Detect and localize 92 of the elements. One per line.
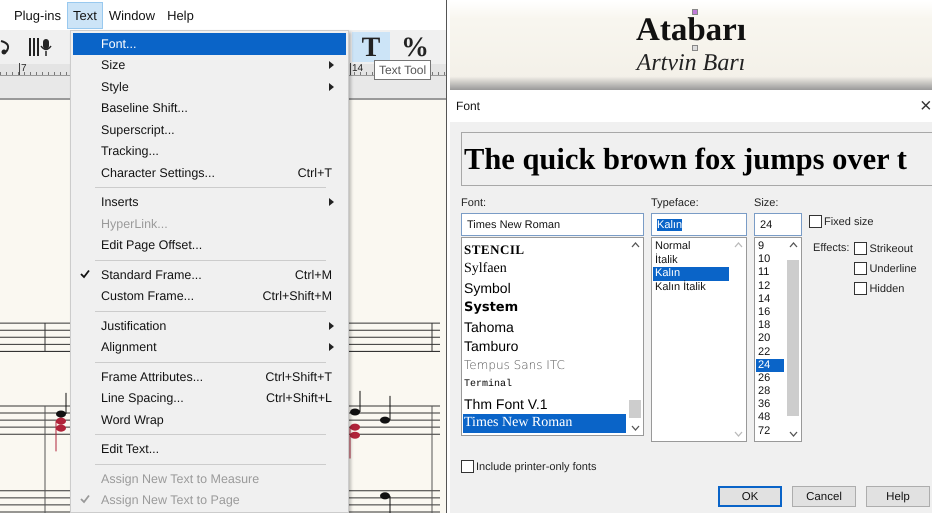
menu-item[interactable]: Edit Text... xyxy=(73,438,346,460)
list-item[interactable]: System xyxy=(463,298,626,318)
list-item[interactable]: Terminal xyxy=(463,375,626,394)
list-item[interactable]: Kalın İtalik xyxy=(653,280,729,294)
list-item[interactable]: 10 xyxy=(756,253,784,266)
close-button[interactable]: × xyxy=(920,94,932,118)
list-item[interactable]: Tamburo xyxy=(463,336,626,356)
size-input[interactable]: 24 xyxy=(754,213,802,236)
handle-icon[interactable] xyxy=(692,45,698,51)
checkbox-label: Strikeout xyxy=(869,242,913,254)
menu-item[interactable]: Superscript... xyxy=(73,119,346,140)
list-item[interactable]: Sylfaen xyxy=(463,259,626,279)
checkbox[interactable] xyxy=(854,282,868,295)
score-subtitle: Artvin Barı xyxy=(636,51,746,75)
menu-item[interactable]: Tracking... xyxy=(73,140,346,162)
list-item[interactable]: 20 xyxy=(756,332,784,346)
font-list[interactable]: STENCIL Sylfaen Symbol System Tahoma Tamburo Tempus Sans ITC Terminal Thm Font V.1 Times New Roman xyxy=(461,237,644,436)
menu-item[interactable]: Inserts xyxy=(73,192,346,213)
typeface-list[interactable]: Normal İtalik Kalın Kalın İtalik xyxy=(651,237,747,442)
scroll-up-icon[interactable] xyxy=(630,242,640,248)
list-item[interactable]: Symbol xyxy=(463,278,626,298)
menu-item[interactable]: Font... xyxy=(73,33,346,54)
list-item[interactable]: Kalın xyxy=(653,267,729,280)
checkbox[interactable] xyxy=(854,262,868,275)
effects-label: Effects: xyxy=(813,242,850,256)
list-item[interactable]: 18 xyxy=(756,319,784,332)
list-item[interactable]: 16 xyxy=(756,306,784,320)
size-list[interactable]: 9 10 11 12 14 16 18 20 22 24 26 28 36 48 72 xyxy=(754,237,802,442)
menu-item[interactable]: Character Settings... Ctrl+T xyxy=(73,162,346,184)
list-item[interactable]: 24 xyxy=(756,358,784,372)
field-label: Size: xyxy=(754,197,780,211)
menu-item[interactable]: Word Wrap xyxy=(73,409,346,430)
menu-item[interactable]: Standard Frame... Ctrl+M xyxy=(73,264,346,286)
dialog-button[interactable]: Cancel xyxy=(792,486,856,507)
checkbox[interactable] xyxy=(854,242,868,255)
menu-item[interactable]: Edit Page Offset... xyxy=(73,234,346,256)
tooltip: Text Tool xyxy=(374,60,432,80)
scroll-up-icon[interactable] xyxy=(788,242,798,248)
menu-item[interactable]: Size xyxy=(73,54,346,76)
list-item[interactable]: 48 xyxy=(756,411,784,425)
dialog-button[interactable]: OK xyxy=(718,486,782,507)
handle-icon[interactable] xyxy=(692,9,698,15)
list-item[interactable]: 14 xyxy=(756,292,784,306)
menu-item[interactable]: Line Spacing... Ctrl+Shift+L xyxy=(73,388,346,409)
fixed-size-checkbox[interactable]: Fixed size xyxy=(809,215,917,228)
font-input[interactable]: Times New Roman xyxy=(461,213,644,236)
ruler-number: 7 xyxy=(19,63,27,75)
menu-item[interactable]: Justification xyxy=(73,315,346,336)
list-item[interactable]: 11 xyxy=(756,266,784,280)
menu-title[interactable]: Help xyxy=(161,2,200,28)
bars-microphone-icon[interactable] xyxy=(28,36,54,58)
list-item[interactable]: İtalik xyxy=(653,254,729,267)
list-item[interactable]: 36 xyxy=(756,398,784,412)
scroll-down-icon[interactable] xyxy=(788,431,798,437)
dialog-title: Font xyxy=(456,99,480,113)
list-item[interactable]: 72 xyxy=(756,424,784,438)
scroll-down-icon[interactable] xyxy=(630,425,640,431)
score-title: Atabarı xyxy=(636,15,746,45)
scroll-thumb[interactable] xyxy=(629,400,641,418)
list-item[interactable]: Times New Roman xyxy=(463,414,626,433)
list-item[interactable]: Thm Font V.1 xyxy=(463,394,626,414)
tool-button[interactable]: % xyxy=(396,32,434,62)
list-item[interactable]: 9 xyxy=(756,240,784,254)
menu-item[interactable]: Alignment xyxy=(73,336,346,358)
dialog-button[interactable]: Help xyxy=(866,486,930,507)
list-item[interactable]: 12 xyxy=(756,280,784,293)
checkbox-label: Include printer-only fonts xyxy=(476,460,596,472)
list-item[interactable]: 28 xyxy=(756,385,784,398)
list-item[interactable]: Normal xyxy=(653,240,729,254)
list-item[interactable]: 26 xyxy=(756,372,784,386)
checkbox-label: Hidden xyxy=(869,282,904,294)
menu-title[interactable]: Window xyxy=(102,2,162,28)
menu-item[interactable]: Baseline Shift... xyxy=(73,98,346,119)
list-item[interactable]: STENCIL xyxy=(463,240,626,260)
ruler-number: 14 xyxy=(350,63,364,75)
menu-title[interactable]: Text xyxy=(66,2,103,28)
menu-title[interactable]: Plug-ins xyxy=(8,2,67,28)
font-preview: The quick brown fox jumps over t xyxy=(461,132,932,186)
list-item[interactable]: Tempus Sans ITC xyxy=(463,356,626,376)
field-label: Typeface: xyxy=(651,197,700,211)
scroll-thumb[interactable] xyxy=(787,260,799,416)
checkbox-label: Fixed size xyxy=(824,216,874,228)
checkbox[interactable] xyxy=(809,215,822,228)
checkbox-label: Underline xyxy=(869,262,917,274)
list-item[interactable]: 22 xyxy=(756,346,784,359)
checkbox[interactable] xyxy=(461,460,474,473)
menu-item[interactable]: Frame Attributes... Ctrl+Shift+T xyxy=(73,366,346,388)
list-item[interactable]: Tahoma xyxy=(463,317,626,336)
field-label: Font: xyxy=(461,197,488,211)
typeface-input[interactable]: Kalın xyxy=(651,213,747,236)
menu-item[interactable]: Custom Frame... Ctrl+Shift+M xyxy=(73,286,346,307)
tool-button[interactable]: T xyxy=(352,32,390,62)
